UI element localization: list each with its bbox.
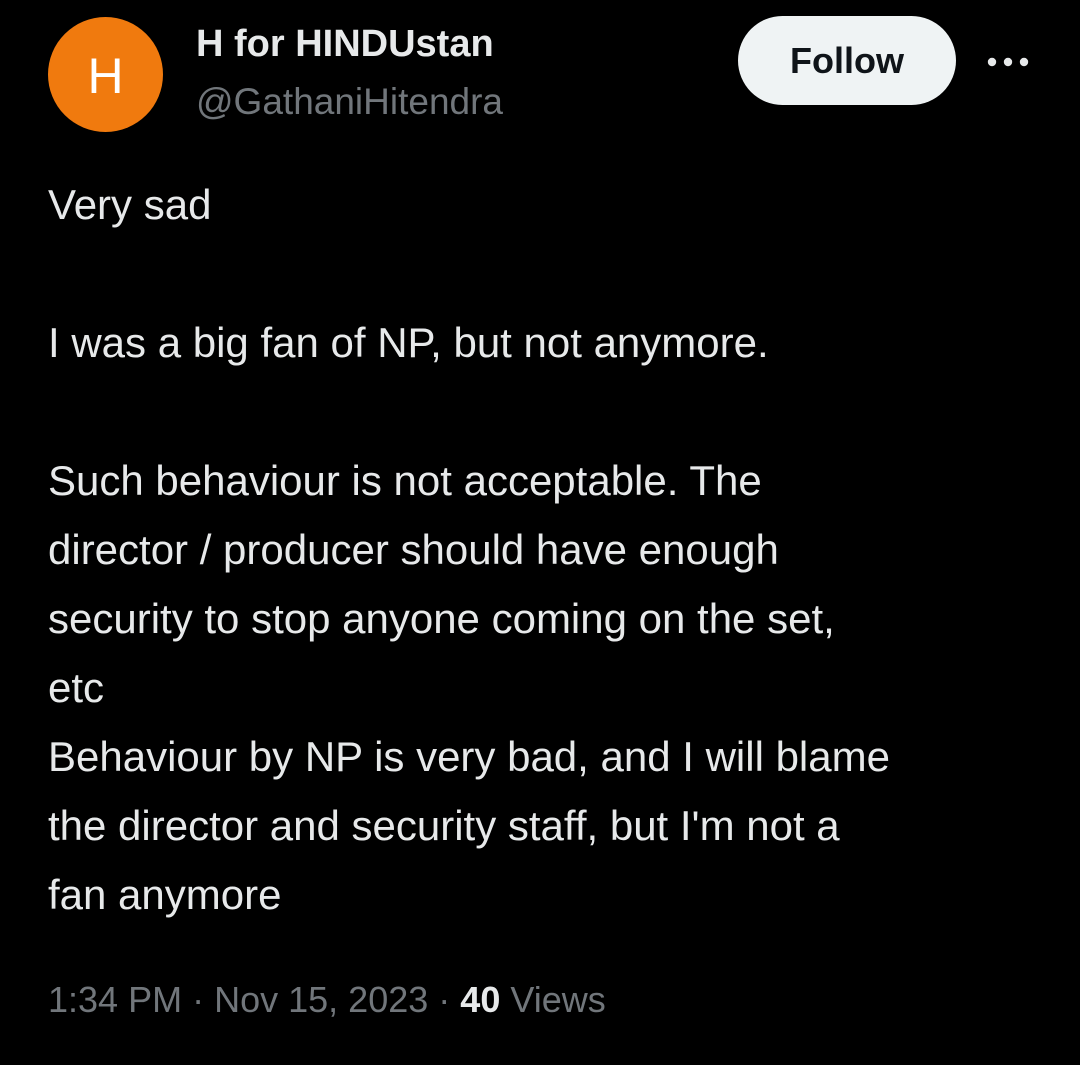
- views-label: Views: [510, 979, 606, 1020]
- more-horizontal-icon: [987, 57, 1029, 67]
- tweet-paragraph: Such behaviour is not acceptable. The di…: [48, 457, 890, 918]
- tweet-spacer: [48, 239, 1048, 308]
- author-display-name[interactable]: H for HINDUstan: [196, 22, 494, 66]
- avatar-letter: H: [87, 47, 124, 104]
- meta-separator: ·: [192, 979, 205, 1020]
- avatar[interactable]: H: [48, 17, 163, 132]
- follow-button[interactable]: Follow: [738, 16, 956, 105]
- tweet-paragraph: I was a big fan of NP, but not anymore.: [48, 319, 769, 366]
- tweet-spacer: [48, 377, 1048, 446]
- tweet-paragraph: Very sad: [48, 181, 212, 228]
- tweet-date[interactable]: Nov 15, 2023: [214, 979, 428, 1020]
- tweet-text: Very sad I was a big fan of NP, but not …: [48, 170, 1048, 929]
- author-handle[interactable]: @GathaniHitendra: [196, 80, 503, 124]
- tweet-meta: 1:34 PM · Nov 15, 2023 · 40 Views: [48, 970, 606, 1030]
- more-options-button[interactable]: [980, 40, 1036, 84]
- views-count: 40: [460, 979, 501, 1020]
- tweet-time[interactable]: 1:34 PM: [48, 979, 182, 1020]
- meta-separator: ·: [438, 979, 451, 1020]
